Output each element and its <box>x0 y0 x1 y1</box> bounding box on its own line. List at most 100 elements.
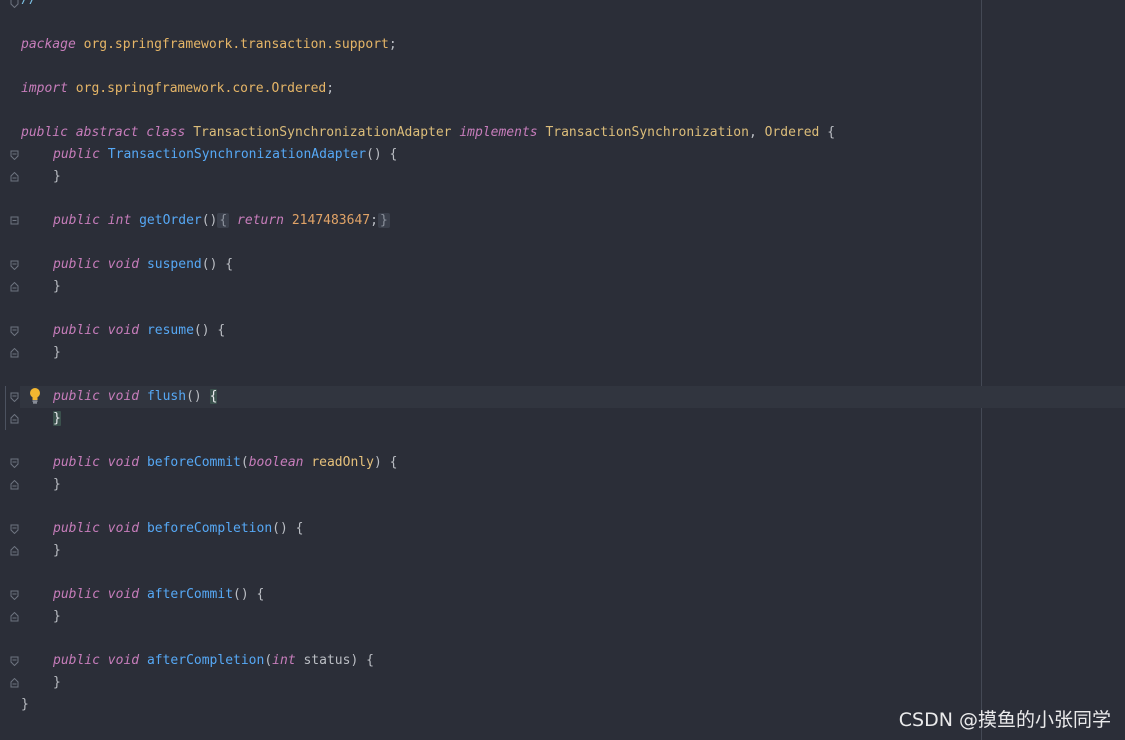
code-editor[interactable]: // package org.springframework.transacti… <box>0 0 1125 740</box>
close-brace: } <box>53 169 61 184</box>
param-name: readOnly <box>311 455 374 470</box>
close-brace: } <box>53 675 61 690</box>
open-paren: ( <box>186 389 194 404</box>
code-line[interactable]: } <box>21 694 29 716</box>
open-paren: ( <box>240 455 249 470</box>
code-line[interactable]: } <box>21 606 61 628</box>
unfold-marker-icon[interactable] <box>10 546 19 556</box>
code-line[interactable]: public int getOrder(){ return 2147483647… <box>21 210 390 232</box>
parens: () <box>201 213 218 228</box>
code-line[interactable]: } <box>21 166 61 188</box>
code-line[interactable]: package org.springframework.transaction.… <box>21 34 397 56</box>
method-name: suspend <box>146 257 202 272</box>
method-name: afterCompletion <box>146 653 265 668</box>
code-line[interactable]: public void resume() { <box>21 320 225 342</box>
fold-marker-icon[interactable] <box>10 326 19 336</box>
keyword-token: class <box>146 125 186 140</box>
class-name: TransactionSynchronizationAdapter <box>193 125 452 140</box>
unfold-marker-icon[interactable] <box>10 612 19 622</box>
interface-name: TransactionSynchronization <box>545 125 749 140</box>
fold-marker-icon[interactable] <box>10 590 19 600</box>
signature-punctuation: ) { <box>350 653 374 668</box>
keyword-token: package <box>21 37 76 52</box>
semicolon: ; <box>326 81 335 96</box>
code-line[interactable]: } <box>21 408 61 430</box>
method-name: beforeCompletion <box>146 521 273 536</box>
unfold-marker-icon[interactable] <box>10 678 19 688</box>
folded-region[interactable]: { <box>217 213 230 228</box>
signature-punctuation: ) { <box>240 587 265 602</box>
open-paren: ( <box>233 587 241 602</box>
code-line[interactable]: public TransactionSynchronizationAdapter… <box>21 144 397 166</box>
keyword-token: implements <box>459 125 538 140</box>
type-token: void <box>107 587 140 602</box>
number-literal: 2147483647 <box>291 213 371 228</box>
fold-marker-icon[interactable] <box>10 392 19 402</box>
close-brace: } <box>53 477 61 492</box>
fold-marker-icon[interactable] <box>10 216 19 226</box>
change-marker <box>5 386 6 430</box>
import-name: org.springframework.core.Ordered <box>75 81 327 96</box>
code-line[interactable]: public void beforeCompletion() { <box>21 518 303 540</box>
unfold-marker-icon[interactable] <box>10 348 19 358</box>
fold-marker-icon[interactable] <box>10 260 19 270</box>
keyword-token: public <box>53 455 100 470</box>
keyword-token: public <box>53 653 100 668</box>
signature-punctuation: ) { <box>209 257 234 272</box>
code-line[interactable]: } <box>21 672 61 694</box>
code-line-current[interactable]: public void flush() { <box>21 386 218 408</box>
param-type-token: int <box>272 653 296 668</box>
code-line[interactable]: public void beforeCommit(boolean readOnl… <box>21 452 397 474</box>
class-close-brace: } <box>21 697 29 712</box>
unfold-marker-icon[interactable] <box>10 414 19 424</box>
type-token: int <box>107 213 132 228</box>
signature-punctuation: () { <box>366 147 398 162</box>
fold-marker-icon[interactable] <box>10 0 19 8</box>
param-name: status <box>303 653 351 668</box>
semicolon: ; <box>388 37 397 52</box>
keyword-token: public <box>53 521 100 536</box>
code-line[interactable]: // <box>21 0 37 11</box>
matched-close-brace: } <box>53 411 61 426</box>
close-brace: } <box>53 609 61 624</box>
editor-gutter[interactable] <box>0 0 20 740</box>
semicolon: ; <box>370 213 378 228</box>
open-paren: ( <box>264 653 273 668</box>
signature-punctuation: ) { <box>373 455 398 470</box>
unfold-marker-icon[interactable] <box>10 282 19 292</box>
matched-open-brace: { <box>209 389 218 404</box>
code-line[interactable]: public abstract class TransactionSynchro… <box>21 122 835 144</box>
keyword-token: public <box>53 257 100 272</box>
fold-marker-icon[interactable] <box>10 656 19 666</box>
unfold-marker-icon[interactable] <box>10 480 19 490</box>
right-margin-guide <box>981 0 982 740</box>
unfold-marker-icon[interactable] <box>10 172 19 182</box>
open-paren: ( <box>193 323 202 338</box>
fold-marker-icon[interactable] <box>10 458 19 468</box>
folded-region[interactable]: } <box>377 213 390 228</box>
type-token: void <box>107 521 140 536</box>
code-line[interactable]: import org.springframework.core.Ordered; <box>21 78 334 100</box>
method-name: beforeCommit <box>146 455 241 470</box>
code-line[interactable]: } <box>21 276 61 298</box>
close-brace: } <box>53 279 61 294</box>
code-line[interactable]: public void afterCompletion(int status) … <box>21 650 374 672</box>
close-brace: } <box>53 543 61 558</box>
code-line[interactable]: } <box>21 540 61 562</box>
code-line[interactable]: public void afterCommit() { <box>21 584 264 606</box>
fold-marker-icon[interactable] <box>10 524 19 534</box>
code-line[interactable]: public void suspend() { <box>21 254 233 276</box>
param-type-token: boolean <box>248 455 304 470</box>
code-line[interactable]: } <box>21 474 61 496</box>
type-token: void <box>107 389 140 404</box>
open-paren: ( <box>272 521 280 536</box>
type-token: void <box>107 653 140 668</box>
signature-punctuation: ) <box>193 389 210 404</box>
signature-punctuation: ) { <box>280 521 304 536</box>
code-line[interactable]: } <box>21 342 61 364</box>
keyword-token: public <box>53 147 100 162</box>
close-brace: } <box>379 213 388 228</box>
comment-token: // <box>21 0 37 7</box>
open-brace: { <box>827 125 836 140</box>
fold-marker-icon[interactable] <box>10 150 19 160</box>
